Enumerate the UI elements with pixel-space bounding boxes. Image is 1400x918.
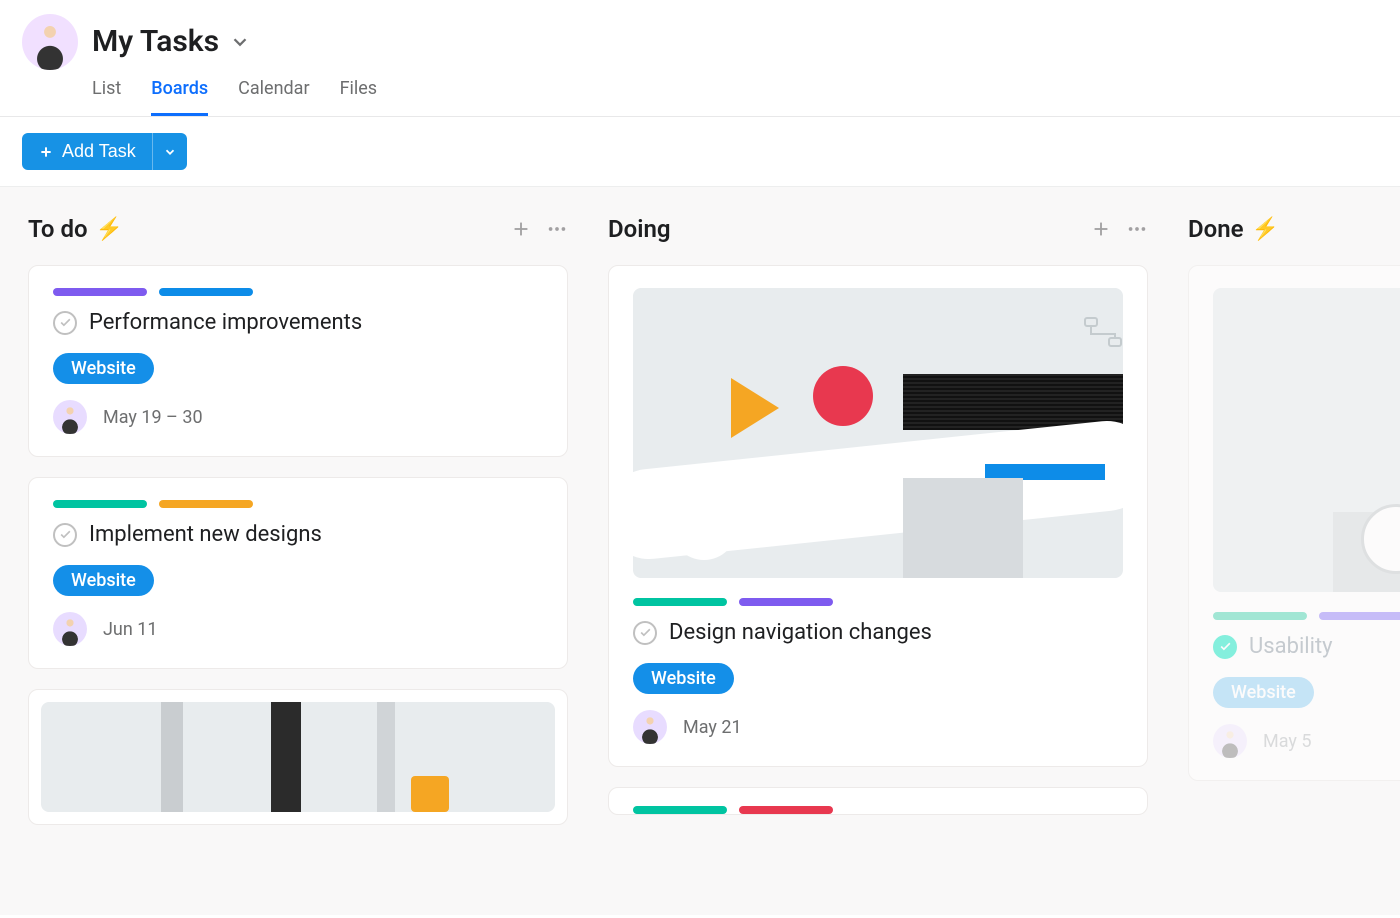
task-title: Implement new designs	[89, 522, 322, 547]
project-pill	[1319, 612, 1400, 620]
chevron-down-icon[interactable]	[229, 31, 251, 53]
column-title[interactable]: To do	[28, 215, 88, 243]
complete-toggle-icon[interactable]	[53, 311, 77, 335]
tab-list[interactable]: List	[92, 74, 121, 116]
column-more-icon[interactable]	[1126, 218, 1148, 240]
tag-website[interactable]: Website	[633, 663, 734, 694]
due-date: Jun 11	[103, 619, 158, 640]
complete-toggle-icon[interactable]	[633, 621, 657, 645]
diagram-icon	[1083, 316, 1123, 350]
task-card[interactable]: Usability Website May 5	[1188, 265, 1400, 781]
tab-files[interactable]: Files	[340, 74, 378, 116]
column-done: Done ⚡ Usability Website May 5	[1188, 215, 1384, 915]
column-title[interactable]: Done	[1188, 215, 1244, 243]
board: To do ⚡ Performance improv	[0, 187, 1400, 915]
project-pill	[1213, 612, 1307, 620]
assignee-avatar[interactable]	[53, 400, 87, 434]
tab-boards[interactable]: Boards	[151, 74, 208, 116]
bolt-icon: ⚡	[96, 217, 123, 242]
tag-website[interactable]: Website	[53, 565, 154, 596]
tag-website[interactable]: Website	[1213, 677, 1314, 708]
add-task-dropdown[interactable]	[152, 133, 187, 170]
add-card-icon[interactable]	[510, 218, 532, 240]
cover-image	[633, 288, 1123, 578]
complete-toggle-icon[interactable]	[1213, 635, 1237, 659]
user-avatar[interactable]	[22, 14, 78, 70]
task-title: Performance improvements	[89, 310, 362, 335]
task-card[interactable]: Performance improvements Website May 19 …	[28, 265, 568, 457]
toolbar: Add Task	[0, 117, 1400, 187]
task-card[interactable]: Design navigation changes Website May 21	[608, 265, 1148, 767]
complete-toggle-icon[interactable]	[53, 523, 77, 547]
due-date: May 5	[1263, 731, 1311, 752]
project-pill	[53, 288, 147, 296]
project-pill	[633, 806, 727, 814]
tag-website[interactable]: Website	[53, 353, 154, 384]
header: My Tasks List Boards Calendar Files	[0, 0, 1400, 117]
column-todo: To do ⚡ Performance improv	[28, 215, 568, 915]
project-pill	[53, 500, 147, 508]
task-card[interactable]: Implement new designs Website Jun 11	[28, 477, 568, 669]
add-task-button[interactable]: Add Task	[22, 133, 152, 170]
cover-image	[41, 702, 555, 812]
page-title: My Tasks	[92, 24, 219, 60]
project-pill	[739, 806, 833, 814]
project-pill	[159, 500, 253, 508]
task-card[interactable]	[608, 787, 1148, 815]
column-title[interactable]: Doing	[608, 215, 671, 243]
task-title: Design navigation changes	[669, 620, 932, 645]
project-pill	[159, 288, 253, 296]
project-pill	[739, 598, 833, 606]
cover-image	[1213, 288, 1400, 592]
assignee-avatar[interactable]	[633, 710, 667, 744]
assignee-avatar[interactable]	[1213, 724, 1247, 758]
task-title: Usability	[1249, 634, 1333, 659]
due-date: May 19 – 30	[103, 407, 203, 428]
task-card[interactable]	[28, 689, 568, 825]
due-date: May 21	[683, 717, 742, 738]
add-card-icon[interactable]	[1090, 218, 1112, 240]
tab-calendar[interactable]: Calendar	[238, 74, 309, 116]
add-task-label: Add Task	[62, 141, 136, 162]
view-tabs: List Boards Calendar Files	[22, 74, 1378, 116]
project-pill	[633, 598, 727, 606]
column-doing: Doing	[608, 215, 1148, 915]
bolt-icon: ⚡	[1252, 217, 1279, 242]
column-more-icon[interactable]	[546, 218, 568, 240]
assignee-avatar[interactable]	[53, 612, 87, 646]
